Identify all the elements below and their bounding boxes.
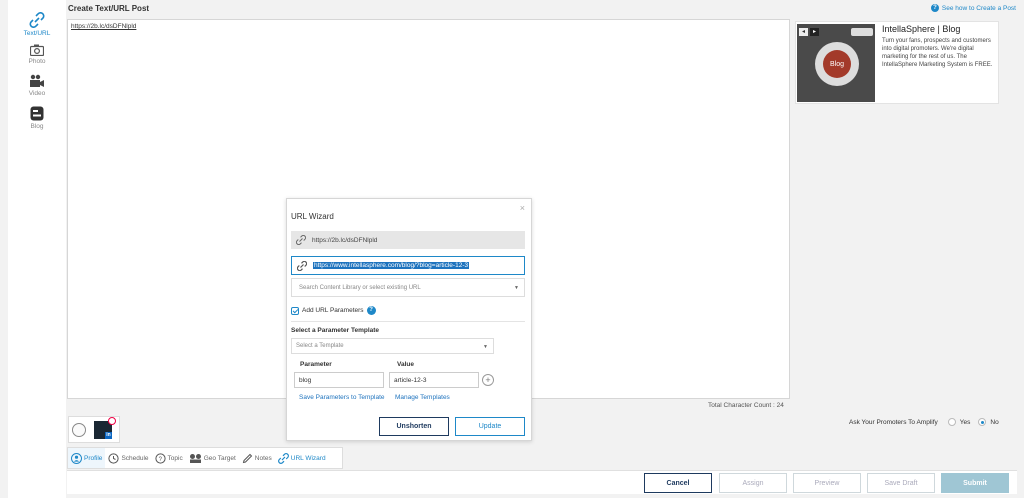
submit-button[interactable]: Submit (941, 473, 1009, 493)
link-icon (29, 12, 45, 28)
assign-button[interactable]: Assign (719, 473, 787, 493)
parameter-template-select[interactable]: Select a Template ▼ (291, 338, 494, 354)
linkedin-profile-avatar[interactable]: in (94, 417, 116, 439)
sidebar-item-text-url[interactable]: Text/URL (8, 12, 66, 37)
long-url-text: https://www.intellasphere.com/blog/?blog… (313, 262, 470, 269)
value-input[interactable]: article-12-3 (389, 372, 479, 388)
profile-avatar[interactable] (72, 423, 86, 437)
parameter-input[interactable]: blog (294, 372, 384, 388)
next-image-icon[interactable]: ▸ (810, 28, 819, 36)
tab-profile[interactable]: Profile (68, 448, 106, 468)
value-column-header: Value (397, 361, 414, 368)
add-url-parameters-option[interactable]: Add URL Parameters ? (291, 306, 376, 315)
help-link[interactable]: ? See how to Create a Post (930, 4, 1016, 12)
post-options-tabs: Profile Schedule ? Topic Geo Target Note… (67, 447, 343, 469)
page-title: Create Text/URL Post (68, 4, 150, 13)
unshorten-button[interactable]: Unshorten (379, 417, 449, 436)
chevron-down-icon: ▼ (514, 285, 519, 291)
blog-icon (30, 106, 44, 121)
tab-geo-target[interactable]: Geo Target (186, 448, 239, 468)
post-type-sidebar: Text/URL Photo Video Blog (8, 0, 66, 498)
tab-url-wizard[interactable]: URL Wizard (275, 448, 329, 468)
editor-url-text[interactable]: https://2b.lc/dsDFNlpld (71, 23, 136, 30)
preview-button[interactable]: Preview (793, 473, 861, 493)
amplify-no-label: No (990, 418, 999, 426)
sidebar-item-photo[interactable]: Photo (8, 44, 66, 65)
amplify-no-radio[interactable] (978, 418, 987, 426)
long-url-input[interactable]: https://www.intellasphere.com/blog/?blog… (291, 256, 525, 275)
add-url-parameters-checkbox[interactable] (291, 306, 299, 315)
action-footer: Cancel Assign Preview Save Draft Submit (67, 470, 1017, 494)
help-icon: ? (930, 4, 939, 12)
character-count: Total Character Count : 24 (708, 402, 784, 409)
selected-profiles: in (68, 416, 120, 443)
clock-icon (108, 452, 120, 464)
amplify-yes-label: Yes (959, 418, 971, 426)
svg-text:?: ? (158, 457, 162, 463)
amplify-label: Ask Your Promoters To Amplify (849, 418, 938, 426)
preview-description: Turn your fans, prospects and customers … (882, 38, 993, 68)
content-library-select[interactable]: Search Content Library or select existin… (291, 278, 525, 297)
parameter-template-label: Select a Parameter Template (291, 327, 380, 334)
tab-schedule[interactable]: Schedule (105, 448, 151, 468)
parameter-column-header: Parameter (300, 361, 332, 368)
link-icon (297, 260, 307, 271)
preview-thumbnail: Blog ◂ ▸ (797, 24, 875, 102)
cancel-button[interactable]: Cancel (644, 473, 712, 493)
update-button[interactable]: Update (455, 417, 525, 436)
pencil-icon (242, 453, 252, 463)
add-parameter-icon[interactable]: + (482, 374, 494, 386)
sidebar-item-blog[interactable]: Blog (8, 106, 66, 130)
tab-topic[interactable]: ? Topic (152, 448, 186, 468)
previous-image-icon[interactable]: ◂ (799, 28, 808, 36)
divider (291, 321, 525, 322)
manage-templates-link[interactable]: Manage Templates (395, 394, 450, 401)
tab-notes[interactable]: Notes (239, 448, 275, 468)
remove-badge-icon[interactable] (108, 417, 116, 425)
amplify-option: Ask Your Promoters To Amplify Yes No (849, 418, 999, 426)
link-icon (277, 452, 289, 464)
short-url-field: https://2b.lc/dsDFNlpld (291, 231, 525, 249)
wizard-title: URL Wizard (291, 212, 334, 221)
video-camera-icon (30, 74, 44, 87)
url-wizard-dialog: × URL Wizard https://2b.lc/dsDFNlpld htt… (286, 198, 532, 441)
profile-icon (71, 452, 82, 464)
broken-link-icon (296, 235, 306, 245)
close-icon[interactable]: × (520, 203, 525, 213)
image-options-icon[interactable] (851, 28, 873, 36)
amplify-yes-radio[interactable] (947, 418, 956, 426)
help-icon[interactable]: ? (366, 306, 376, 315)
save-draft-button[interactable]: Save Draft (867, 473, 935, 493)
preview-title: IntellaSphere | Blog (882, 24, 961, 34)
thumbnail-label: Blog (829, 61, 844, 68)
link-preview-card: Blog ◂ ▸ IntellaSphere | Blog Turn your … (795, 21, 999, 104)
save-parameters-link[interactable]: Save Parameters to Template (299, 394, 385, 401)
chevron-down-icon: ▼ (483, 344, 488, 350)
geo-target-icon (189, 453, 201, 463)
topic-icon: ? (154, 452, 166, 464)
sidebar-item-video[interactable]: Video (8, 74, 66, 97)
linkedin-icon: in (105, 432, 112, 439)
camera-icon (30, 44, 44, 56)
